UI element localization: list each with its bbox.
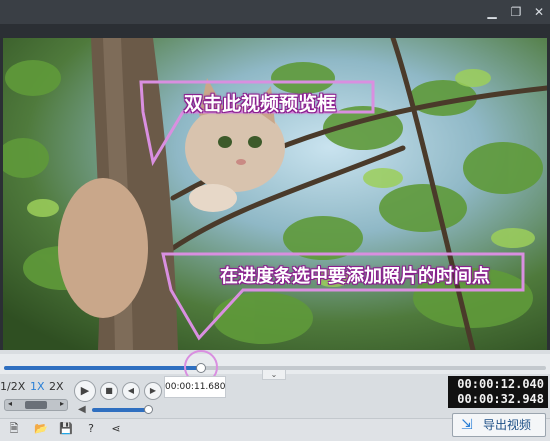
stop-button[interactable]: ■ (100, 382, 118, 400)
speed-half-button[interactable]: 1/2X (0, 380, 25, 393)
help-icon[interactable]: ? (83, 422, 99, 436)
total-time: 00:00:32.948 (457, 392, 544, 406)
annotation-select-timepoint: 在进度条选中要添加照片的时间点 (220, 266, 490, 287)
time-display: 00:00:12.040 00:00:32.948 (448, 376, 548, 408)
chevron-down-icon[interactable]: ⌄ (262, 370, 286, 380)
speed-2x-button[interactable]: 2X (49, 380, 64, 393)
open-folder-icon[interactable]: 📂 (33, 422, 49, 436)
speed-right-icon[interactable]: ▸ (60, 399, 64, 408)
speed-1x-button[interactable]: 1X (30, 380, 45, 393)
speed-slider[interactable]: ◂ ▸ (4, 399, 68, 411)
minimize-icon[interactable]: ▁ (484, 4, 500, 20)
export-video-button[interactable]: ⇲ 导出视频 (452, 413, 546, 437)
title-bar: ▁ ❐ ✕ (0, 0, 550, 24)
previous-frame-button[interactable]: ◀ (122, 382, 140, 400)
current-time-tooltip: 00:00:11.680 (164, 376, 226, 398)
export-icon: ⇲ (461, 417, 473, 433)
progress-thumb[interactable] (196, 363, 206, 373)
close-icon[interactable]: ✕ (531, 4, 547, 20)
video-preview[interactable]: 双击此视频预览框 在进度条选中要添加照片的时间点 (3, 38, 547, 350)
share-icon[interactable]: ⋖ (108, 422, 124, 436)
play-button[interactable]: ▶ (74, 380, 96, 402)
preview-image (3, 38, 547, 350)
export-video-label: 导出视频 (483, 418, 532, 432)
new-project-icon[interactable]: 🗎 (6, 422, 22, 436)
restore-icon[interactable]: ❐ (508, 4, 524, 20)
annotation-double-click: 双击此视频预览框 (183, 93, 336, 115)
save-icon[interactable]: 💾 (58, 422, 74, 436)
speed-slider-knob[interactable] (25, 401, 47, 409)
current-time: 00:00:12.040 (457, 377, 544, 391)
next-frame-button[interactable]: ▶ (144, 382, 162, 400)
speed-left-icon[interactable]: ◂ (8, 399, 12, 408)
progress-fill (4, 366, 205, 370)
volume-icon[interactable]: ◀ (78, 404, 86, 415)
volume-slider[interactable] (92, 408, 150, 412)
volume-knob[interactable] (144, 405, 153, 414)
